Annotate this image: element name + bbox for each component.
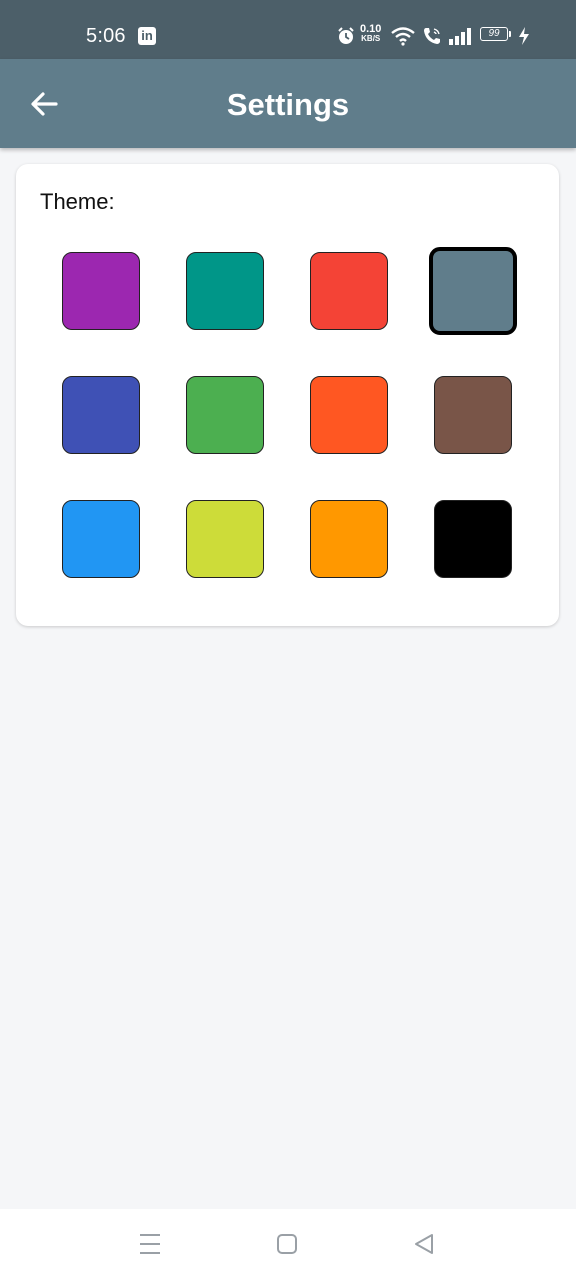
signal-icon	[449, 28, 471, 45]
menu-icon[interactable]	[138, 1229, 162, 1259]
navigation-bar	[0, 1209, 576, 1280]
theme-swatch[interactable]	[62, 376, 140, 454]
app-bar: Settings	[0, 59, 576, 148]
alarm-icon	[338, 27, 354, 44]
theme-swatch[interactable]	[434, 376, 512, 454]
theme-label: Theme:	[40, 189, 115, 214]
battery-icon: 99	[480, 27, 512, 43]
wifi-icon	[391, 27, 415, 46]
theme-swatch[interactable]	[186, 376, 264, 454]
page-title: Settings	[226, 87, 350, 122]
theme-swatch[interactable]	[186, 500, 264, 578]
battery-level: 99	[480, 27, 508, 41]
net-speed: 0.10 KB/S	[360, 24, 381, 44]
net-speed-unit: KB/S	[361, 34, 381, 43]
theme-swatch[interactable]	[434, 500, 512, 578]
theme-swatch[interactable]	[62, 500, 140, 578]
theme-swatch[interactable]	[186, 252, 264, 330]
charging-icon	[519, 27, 529, 45]
back-icon[interactable]	[412, 1229, 436, 1259]
theme-swatch[interactable]	[310, 376, 388, 454]
theme-swatch[interactable]	[62, 252, 140, 330]
net-speed-value: 0.10	[360, 23, 382, 35]
linkedin-icon: in	[138, 27, 156, 45]
status-bar: 5:06 in 0.10 KB/S 99	[0, 0, 576, 59]
theme-swatch[interactable]	[310, 252, 388, 330]
theme-card: Theme:	[16, 164, 559, 626]
call-icon	[424, 28, 440, 44]
home-icon[interactable]	[275, 1229, 299, 1259]
theme-swatch-selected[interactable]	[429, 247, 517, 335]
status-time: 5:06	[86, 25, 126, 47]
theme-swatch[interactable]	[310, 500, 388, 578]
